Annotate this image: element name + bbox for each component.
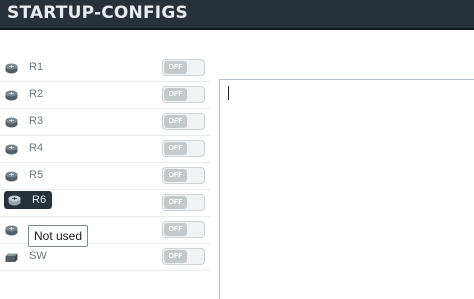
toggle-knob: OFF (164, 61, 187, 74)
device-row-r2: R2 OFF (0, 82, 210, 109)
toggle-label: OFF (168, 172, 183, 179)
toggle-label: OFF (168, 253, 183, 260)
toggle-label: OFF (168, 226, 183, 233)
toggle-label: OFF (168, 118, 183, 125)
toggle-label: OFF (168, 145, 183, 152)
device-row-r6: R6 OFF (0, 190, 210, 217)
router-icon (5, 117, 18, 128)
toggle-label: OFF (168, 91, 183, 98)
startup-config-toggle[interactable]: OFF (162, 194, 205, 211)
device-name: R6 (32, 194, 47, 206)
device-name: R5 (29, 169, 44, 181)
startup-config-toggle[interactable]: OFF (162, 59, 205, 76)
toggle-label: OFF (168, 64, 183, 71)
device-row-sw: SW OFF (0, 244, 210, 271)
toggle-knob: OFF (164, 196, 187, 209)
router-icon (8, 195, 21, 206)
startup-config-toggle[interactable]: OFF (162, 167, 205, 184)
device-name: R2 (29, 88, 44, 100)
startup-config-toggle[interactable]: OFF (162, 221, 205, 238)
device-name: R4 (29, 142, 44, 154)
device-name: SW (29, 250, 47, 262)
toggle-knob: OFF (164, 115, 187, 128)
toggle-knob: OFF (164, 169, 187, 182)
page-title: STARTUP-CONFIGS (7, 3, 188, 23)
text-caret (228, 86, 229, 100)
router-icon (5, 171, 18, 182)
config-editor[interactable] (219, 79, 474, 299)
toggle-label: OFF (168, 199, 183, 206)
selected-device-chip[interactable]: R6 (4, 191, 52, 209)
device-name: R3 (29, 115, 44, 127)
tooltip: Not used (28, 225, 89, 247)
router-icon (5, 225, 18, 236)
router-icon (5, 90, 18, 101)
startup-config-toggle[interactable]: OFF (162, 86, 205, 103)
toggle-knob: OFF (164, 142, 187, 155)
device-row-r4: R4 OFF (0, 136, 210, 163)
startup-config-toggle[interactable]: OFF (162, 248, 205, 265)
toggle-knob: OFF (164, 88, 187, 101)
toggle-knob: OFF (164, 223, 187, 236)
toggle-knob: OFF (164, 250, 187, 263)
router-icon (5, 144, 18, 155)
device-name: R1 (29, 61, 44, 73)
device-row-r3: R3 OFF (0, 109, 210, 136)
device-row-r5: R5 OFF (0, 163, 210, 190)
router-icon (5, 63, 18, 74)
device-row-r1: R1 OFF (0, 55, 210, 82)
app-header: STARTUP-CONFIGS (0, 0, 474, 30)
switch-icon (5, 253, 18, 262)
startup-config-toggle[interactable]: OFF (162, 140, 205, 157)
startup-config-toggle[interactable]: OFF (162, 113, 205, 130)
